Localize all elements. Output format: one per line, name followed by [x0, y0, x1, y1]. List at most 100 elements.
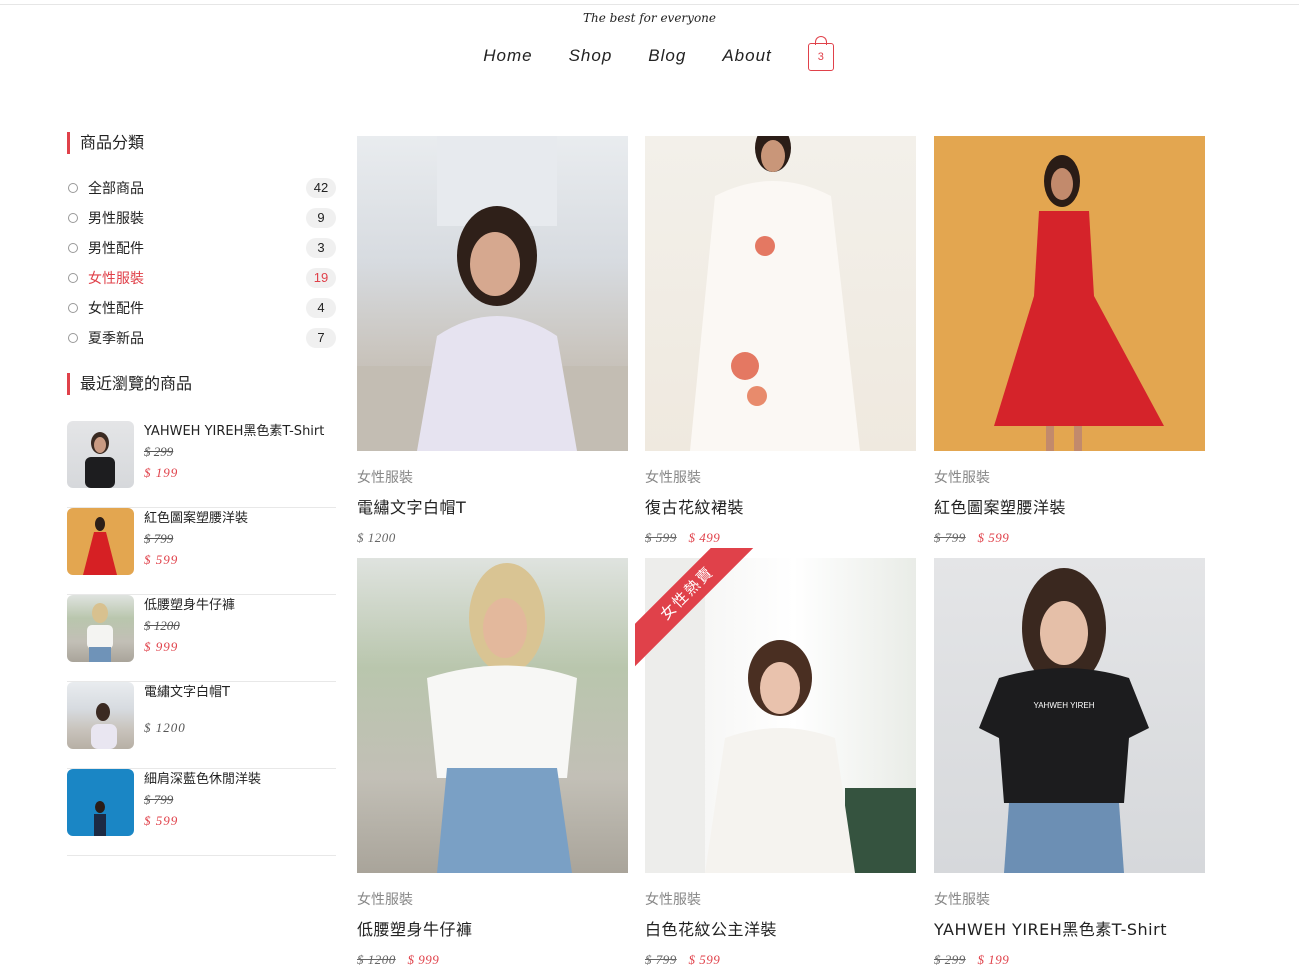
product-card[interactable]: YAHWEH YIREH 女性服裝 YAHWEH YIREH黑色素T-Shirt… — [934, 558, 1205, 968]
categories-title: 商品分類 — [67, 132, 336, 154]
product-prices: $ 599 $ 499 — [645, 530, 916, 546]
svg-text:YAHWEH YIREH: YAHWEH YIREH — [1033, 701, 1094, 710]
product-category: 女性服裝 — [645, 470, 701, 486]
recent-item-price: $ 199 — [144, 465, 179, 480]
category-label: 男性服裝 — [88, 211, 144, 227]
recent-item-price: $ 999 — [144, 639, 179, 654]
top-divider — [0, 4, 1299, 5]
product-category: 女性服裝 — [357, 892, 413, 908]
recent-item-name: 低腰塑身牛仔褲 — [144, 598, 236, 613]
product-image: YAHWEH YIREH — [934, 558, 1205, 873]
recent-item-name: 電繡文字白帽T — [144, 685, 230, 700]
product-price: $ 199 — [977, 952, 1010, 967]
ribbon-label: 女性熱賣 — [635, 548, 762, 668]
product-category: 女性服裝 — [934, 892, 990, 908]
category-item-womens-accessories[interactable]: 女性配件 4 — [67, 293, 336, 323]
nav-blog[interactable]: Blog — [648, 46, 686, 66]
product-name: 低腰塑身牛仔褲 — [357, 920, 473, 939]
category-label: 全部商品 — [88, 181, 144, 197]
recent-item-price: $ 1200 — [144, 720, 186, 735]
category-label: 女性服裝 — [88, 271, 144, 287]
product-thumbnail — [67, 508, 134, 575]
recent-item[interactable]: 電繡文字白帽T $ 1200 — [67, 682, 336, 769]
product-name: 白色花紋公主洋裝 — [645, 920, 778, 939]
recent-item[interactable]: 細肩深藍色休閒洋裝 $ 799 $ 599 — [67, 769, 336, 856]
recent-item[interactable]: 低腰塑身牛仔褲 $ 1200 $ 999 — [67, 595, 336, 682]
woman-jeans-photo-icon — [427, 563, 577, 873]
recent-title: 最近瀏覽的商品 — [67, 373, 336, 395]
nav-home[interactable]: Home — [483, 46, 532, 66]
cart-bag-icon[interactable]: 3 — [807, 36, 834, 71]
category-label: 夏季新品 — [88, 331, 144, 347]
product-price: $ 999 — [407, 952, 440, 967]
product-prices: $ 1200 — [357, 530, 628, 546]
woman-photo-icon — [94, 801, 106, 836]
radio-circle-icon — [68, 303, 78, 313]
product-card[interactable]: 女性服裝 低腰塑身牛仔褲 $ 1200 $ 999 — [357, 558, 628, 968]
category-list: 全部商品 42 男性服裝 9 男性配件 3 女性服裝 19 女性配件 4 夏季新… — [67, 173, 336, 353]
sidebar: 商品分類 全部商品 42 男性服裝 9 男性配件 3 女性服裝 19 女性配件 … — [67, 132, 336, 856]
product-price: $ 599 — [688, 952, 721, 967]
product-old-price: $ 799 — [645, 952, 677, 967]
woman-photo-icon — [83, 517, 117, 575]
category-count: 4 — [306, 298, 336, 318]
product-name: 紅色圖案塑腰洋裝 — [934, 498, 1067, 517]
product-price: $ 599 — [977, 530, 1010, 545]
category-count: 19 — [306, 268, 336, 288]
product-card[interactable]: 女性熱賣 女性服裝 白色花紋公主洋裝 $ 799 $ 599 — [635, 548, 916, 968]
product-thumbnail — [67, 421, 134, 488]
product-prices: $ 799 $ 599 — [645, 952, 916, 968]
radio-circle-icon — [68, 213, 78, 223]
radio-circle-icon — [68, 243, 78, 253]
product-category: 女性服裝 — [357, 470, 413, 486]
product-old-price: $ 299 — [934, 952, 966, 967]
product-prices: $ 299 $ 199 — [934, 952, 1205, 968]
category-item-womens-clothing[interactable]: 女性服裝 19 — [67, 263, 336, 293]
recent-item-name: 紅色圖案塑腰洋裝 — [144, 511, 249, 526]
category-count: 42 — [306, 178, 336, 198]
product-thumbnail — [67, 595, 134, 662]
category-item-summer-new[interactable]: 夏季新品 7 — [67, 323, 336, 353]
product-image — [934, 136, 1205, 451]
product-prices: $ 799 $ 599 — [934, 530, 1205, 546]
product-card[interactable]: 女性服裝 紅色圖案塑腰洋裝 $ 799 $ 599 — [934, 136, 1205, 546]
category-item-mens-clothing[interactable]: 男性服裝 9 — [67, 203, 336, 233]
product-card[interactable]: 女性服裝 電繡文字白帽T $ 1200 — [357, 136, 628, 546]
product-old-price: $ 599 — [645, 530, 677, 545]
woman-photo-icon — [91, 703, 117, 749]
recent-item-name: YAHWEH YIREH黑色素T-Shirt — [144, 424, 325, 439]
nav-shop[interactable]: Shop — [569, 46, 613, 66]
radio-circle-icon — [68, 273, 78, 283]
recent-item-old-price: $ 299 — [144, 444, 174, 459]
product-thumbnail — [67, 682, 134, 749]
product-category: 女性服裝 — [645, 892, 701, 908]
product-image — [357, 136, 628, 451]
woman-red-dress-photo-icon — [994, 155, 1164, 451]
cart-count: 3 — [817, 51, 824, 63]
recent-item[interactable]: YAHWEH YIREH黑色素T-Shirt $ 299 $ 199 — [67, 421, 336, 508]
product-old-price: $ 1200 — [357, 952, 396, 967]
nav-about[interactable]: About — [722, 46, 771, 66]
product-price: $ 499 — [688, 530, 721, 545]
woman-black-tshirt-photo-icon: YAHWEH YIREH — [979, 568, 1149, 873]
category-item-mens-accessories[interactable]: 男性配件 3 — [67, 233, 336, 263]
product-name: 復古花紋裙裝 — [645, 498, 745, 517]
product-thumbnail — [67, 769, 134, 836]
radio-circle-icon — [68, 183, 78, 193]
woman-hoodie-photo-icon — [357, 136, 628, 451]
recent-item-name: 細肩深藍色休閒洋裝 — [144, 772, 262, 787]
recent-item[interactable]: 紅色圖案塑腰洋裝 $ 799 $ 599 — [67, 508, 336, 595]
site-tagline: The best for everyone — [583, 11, 716, 25]
category-label: 女性配件 — [88, 301, 144, 317]
radio-circle-icon — [68, 333, 78, 343]
product-image — [357, 558, 628, 873]
product-prices: $ 1200 $ 999 — [357, 952, 628, 968]
product-name: YAHWEH YIREH黑色素T-Shirt — [934, 920, 1167, 939]
recent-list: YAHWEH YIREH黑色素T-Shirt $ 299 $ 199 紅色圖案塑… — [67, 421, 336, 856]
product-old-price: $ 799 — [934, 530, 966, 545]
category-count: 3 — [306, 238, 336, 258]
category-item-all[interactable]: 全部商品 42 — [67, 173, 336, 203]
product-card[interactable]: 女性服裝 復古花紋裙裝 $ 599 $ 499 — [645, 136, 916, 546]
hot-sale-ribbon: 女性熱賣 — [635, 548, 775, 688]
recent-item-old-price: $ 799 — [144, 792, 174, 807]
